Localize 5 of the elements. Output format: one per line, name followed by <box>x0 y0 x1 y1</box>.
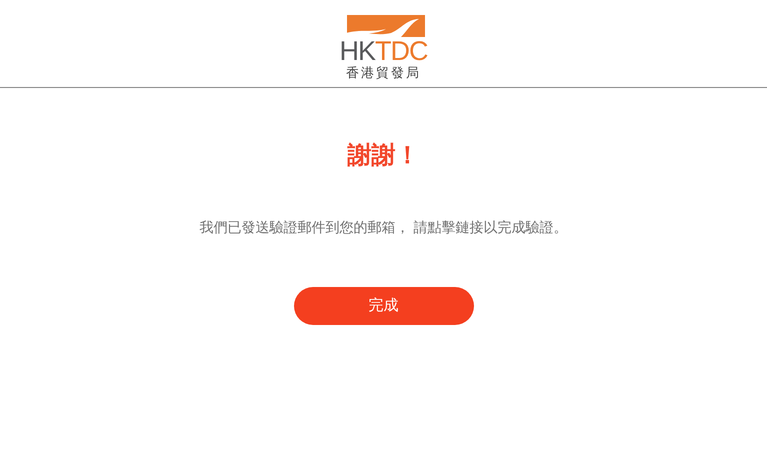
logo-chinese-name: 香港貿發局 <box>346 66 421 79</box>
done-button[interactable]: 完成 <box>294 287 474 325</box>
logo-wordmark: HKTDC <box>340 38 428 65</box>
verification-message: 我們已發送驗證郵件到您的郵箱， 請點擊鏈接以完成驗證。 <box>200 218 568 237</box>
thank-you-title: 謝謝！ <box>348 141 420 171</box>
